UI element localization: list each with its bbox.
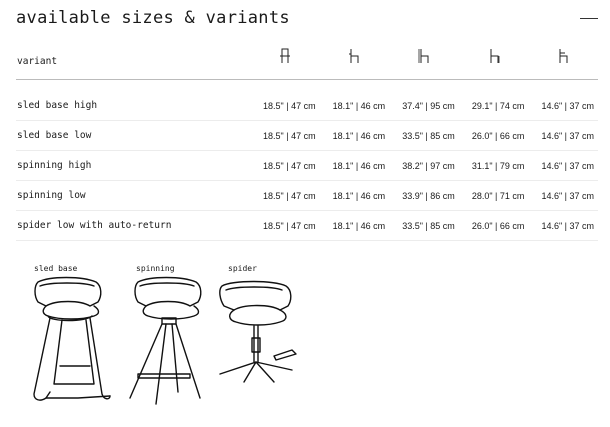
variant-name: spinning high [16,150,250,181]
spinning-chair-drawing [129,276,202,405]
chair-depth-value: 18.1" | 46 cm [319,210,390,241]
table-row: sled base low 18.5" | 47 cm 18.1" | 46 c… [16,120,598,151]
chair-height-value: 33.9" | 86 cm [389,180,459,211]
spider-caption: spider [228,264,257,273]
armrest-height-icon [528,44,598,80]
chair-depth-icon [319,44,390,80]
seat-height-icon [458,44,529,80]
armrest-height-value: 14.6" | 37 cm [528,180,598,211]
armrest-height-value: 14.6" | 37 cm [528,150,598,181]
chair-drawings [33,276,297,405]
chair-width-value: 18.5" | 47 cm [250,180,320,211]
chair-width-value: 18.5" | 47 cm [250,79,320,121]
seat-height-value: 31.1" | 79 cm [458,150,529,181]
table-row: spider low with auto-return 18.5" | 47 c… [16,210,598,241]
armrest-height-value: 14.6" | 37 cm [528,210,598,241]
chair-width-value: 18.5" | 47 cm [250,120,320,151]
seat-height-value: 29.1" | 74 cm [458,79,529,121]
chair-height-icon [389,44,459,80]
chair-width-icon [250,44,320,80]
sled-base-chair-drawing [33,276,111,401]
chair-depth-value: 18.1" | 46 cm [319,120,390,151]
table-row: sled base high 18.5" | 47 cm 18.1" | 46 … [16,79,598,121]
armrest-height-value: 14.6" | 37 cm [528,79,598,121]
seat-height-value: 28.0" | 71 cm [458,180,529,211]
variant-name: spider low with auto-return [16,210,250,241]
variant-name: sled base low [16,120,250,151]
table-header-row: variant [16,44,598,80]
seat-height-value: 26.0" | 66 cm [458,210,529,241]
chair-height-value: 37.4" | 95 cm [389,79,459,121]
chair-width-value: 18.5" | 47 cm [250,150,320,181]
table-row: spinning high 18.5" | 47 cm 18.1" | 46 c… [16,150,598,181]
seat-height-value: 26.0" | 66 cm [458,120,529,151]
collapse-icon[interactable] [580,18,598,19]
sizes-table: variant sled base high 18.5" | 47 cm 18.… [16,44,598,241]
variant-column-header: variant [16,44,250,80]
spider-chair-drawing [219,280,297,383]
chair-height-value: 33.5" | 85 cm [389,210,459,241]
armrest-height-value: 14.6" | 37 cm [528,120,598,151]
chair-depth-value: 18.1" | 46 cm [319,180,390,211]
sled-base-caption: sled base [34,264,78,273]
chair-width-value: 18.5" | 47 cm [250,210,320,241]
page-title: available sizes & variants [16,8,290,28]
spinning-caption: spinning [136,264,175,273]
chair-height-value: 33.5" | 85 cm [389,120,459,151]
chair-depth-value: 18.1" | 46 cm [319,150,390,181]
table-row: spinning low 18.5" | 47 cm 18.1" | 46 cm… [16,180,598,211]
chair-depth-value: 18.1" | 46 cm [319,79,390,121]
variant-name: spinning low [16,180,250,211]
chair-height-value: 38.2" | 97 cm [389,150,459,181]
variant-name: sled base high [16,79,250,121]
